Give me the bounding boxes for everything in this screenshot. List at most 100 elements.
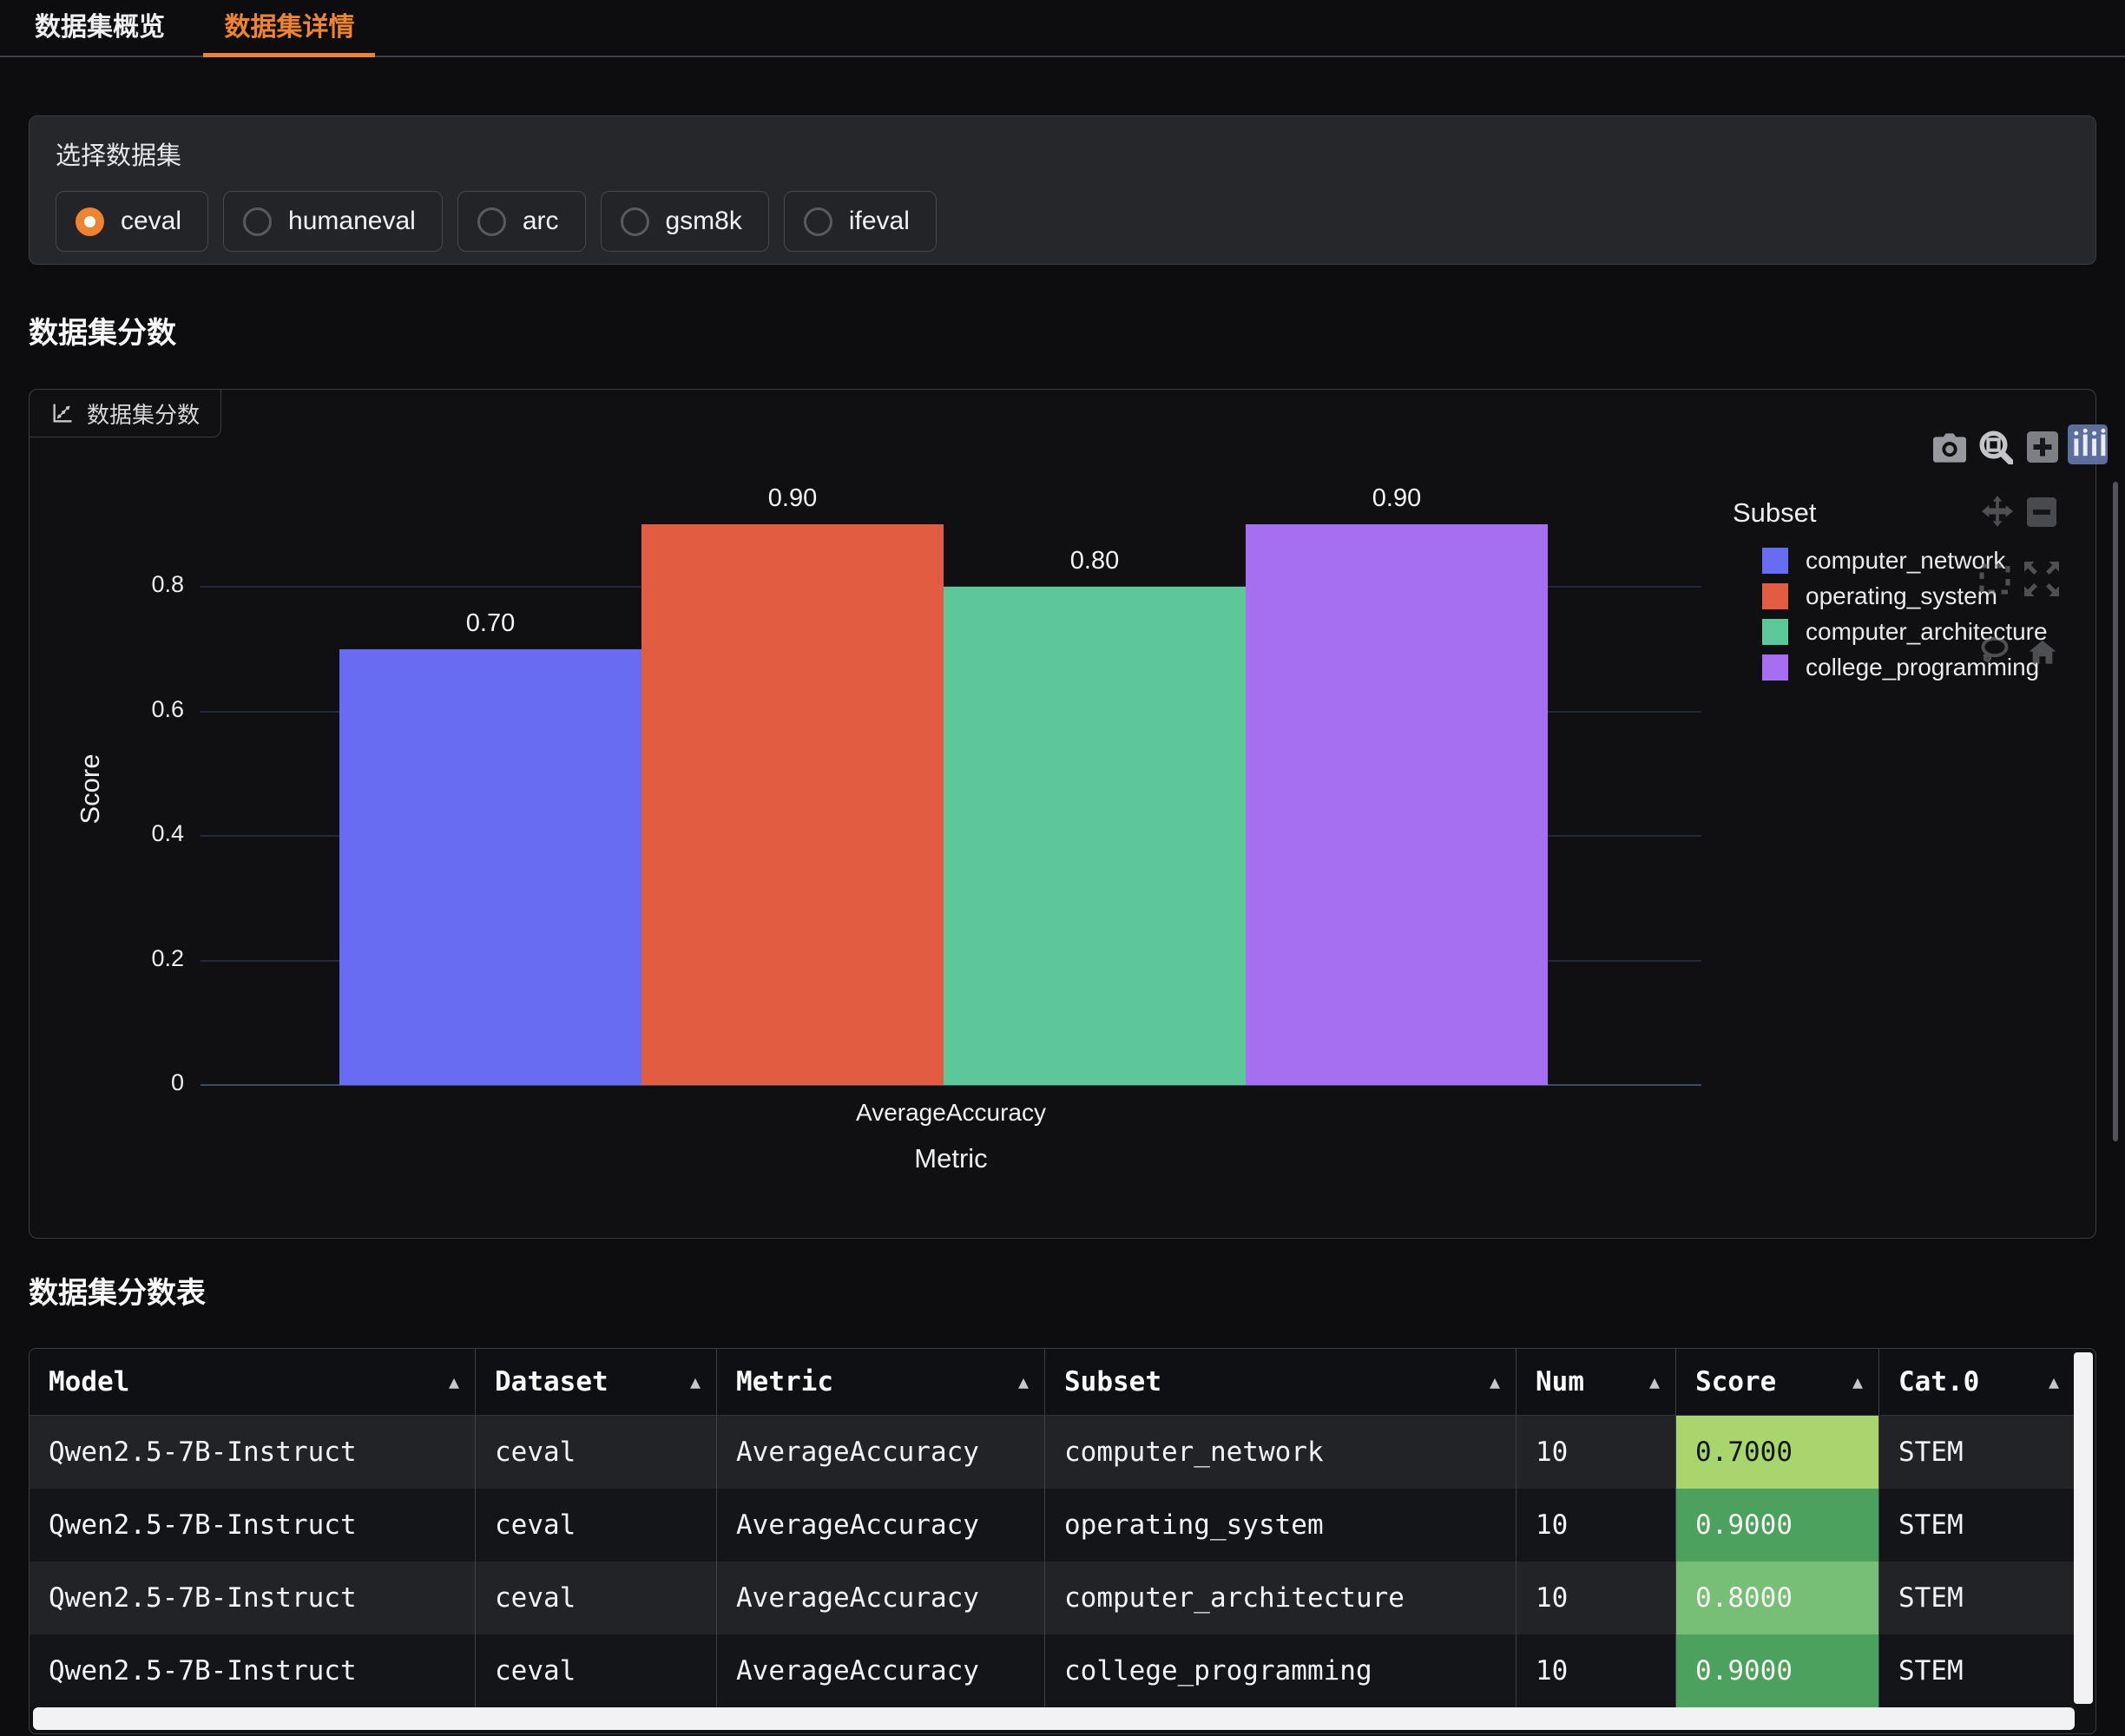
bar-value-label: 0.90 xyxy=(1246,484,1548,513)
cell-cat-0: STEM xyxy=(1878,1489,2075,1562)
dataset-option-label: ifeval xyxy=(849,207,910,236)
box-select-icon[interactable] xyxy=(1979,563,2010,595)
bar-value-label: 0.70 xyxy=(339,609,641,638)
cell-score: 0.8000 xyxy=(1675,1562,1878,1634)
table-row: Qwen2.5-7B-InstructcevalAverageAccuracyo… xyxy=(30,1489,2075,1562)
cell-score: 0.9000 xyxy=(1675,1634,1878,1707)
cell-num: 10 xyxy=(1516,1489,1675,1562)
table-row: Qwen2.5-7B-InstructcevalAverageAccuracyc… xyxy=(30,1634,2075,1707)
plotly-logo-icon[interactable] xyxy=(2068,424,2108,464)
legend-swatch xyxy=(1762,619,1788,645)
bar-value-label: 0.80 xyxy=(944,547,1246,575)
table-row: Qwen2.5-7B-InstructcevalAverageAccuracyc… xyxy=(30,1562,2075,1634)
sort-ascending-icon: ▲ xyxy=(690,1371,701,1392)
tab-dataset-detail[interactable]: 数据集详情 xyxy=(203,0,375,56)
cell-cat-0: STEM xyxy=(1878,1634,2075,1707)
legend-item-label: operating_system xyxy=(1806,582,1997,610)
cell-dataset: ceval xyxy=(475,1562,716,1634)
column-header-label: Model xyxy=(49,1366,129,1397)
legend-swatch xyxy=(1762,654,1788,681)
cell-metric: AverageAccuracy xyxy=(716,1562,1044,1634)
y-axis-tick-label: 0.6 xyxy=(54,696,184,723)
table-vertical-scrollbar[interactable] xyxy=(2074,1352,2093,1704)
y-axis-tick-label: 0.4 xyxy=(54,820,184,847)
sort-ascending-icon: ▲ xyxy=(1490,1371,1500,1392)
table-row: Qwen2.5-7B-InstructcevalAverageAccuracyc… xyxy=(30,1416,2075,1489)
tab-bar: 数据集概览 数据集详情 xyxy=(0,0,2125,57)
cell-dataset: ceval xyxy=(475,1634,716,1707)
pan-icon[interactable] xyxy=(1982,496,2013,527)
bar-college_programming xyxy=(1246,524,1548,1085)
column-header-label: Score xyxy=(1695,1366,1776,1397)
camera-icon[interactable] xyxy=(1933,431,1966,464)
dataset-option-humaneval[interactable]: humaneval xyxy=(223,191,443,252)
table-section-title: 数据集分数表 xyxy=(29,1269,206,1312)
cell-metric: AverageAccuracy xyxy=(716,1634,1044,1707)
dataset-option-ifeval[interactable]: ifeval xyxy=(784,191,937,252)
zoom-out-icon[interactable] xyxy=(2027,497,2056,527)
sort-ascending-icon: ▲ xyxy=(449,1371,459,1392)
cell-cat-0: STEM xyxy=(1878,1562,2075,1634)
legend-item-label: computer_network xyxy=(1806,547,2005,575)
column-header-score[interactable]: Score▲ xyxy=(1675,1349,1878,1415)
sort-ascending-icon: ▲ xyxy=(1649,1371,1660,1392)
zoom-in-icon[interactable] xyxy=(2027,431,2058,463)
cell-score: 0.9000 xyxy=(1675,1489,1878,1562)
column-header-dataset[interactable]: Dataset▲ xyxy=(475,1349,716,1415)
cell-cat-0: STEM xyxy=(1878,1416,2075,1489)
column-header-cat-0[interactable]: Cat.0 ▲ xyxy=(1878,1349,2075,1415)
dataset-option-label: arc xyxy=(523,207,559,236)
legend-item-label: computer_architecture xyxy=(1806,618,2048,646)
dataset-option-arc[interactable]: arc xyxy=(457,191,586,252)
legend-swatch xyxy=(1762,548,1788,574)
reset-home-icon[interactable] xyxy=(2028,638,2057,667)
sort-ascending-icon: ▲ xyxy=(2049,1371,2059,1392)
dataset-option-label: gsm8k xyxy=(666,207,742,236)
dataset-selector-panel: 选择数据集 ceval humaneval arc gsm8k ifeval xyxy=(29,115,2096,265)
cell-score: 0.7000 xyxy=(1675,1416,1878,1489)
chart-section-title: 数据集分数 xyxy=(29,309,176,352)
y-axis-tick-label: 0.8 xyxy=(54,571,184,598)
chart-panel-tab[interactable]: 数据集分数 xyxy=(29,389,221,437)
cell-metric: AverageAccuracy xyxy=(716,1416,1044,1489)
cell-dataset: ceval xyxy=(475,1416,716,1489)
dataset-option-label: ceval xyxy=(121,207,181,236)
sort-ascending-icon: ▲ xyxy=(1018,1371,1029,1392)
cell-num: 10 xyxy=(1516,1562,1675,1634)
autoscale-icon[interactable] xyxy=(2024,562,2059,596)
radio-unselected-icon xyxy=(477,207,506,236)
chart-panel: 数据集分数 Score AverageAccuracy Metric Subse… xyxy=(29,389,2096,1239)
dataset-options: ceval humaneval arc gsm8k ifeval xyxy=(56,191,937,252)
column-header-subset[interactable]: Subset▲ xyxy=(1044,1349,1516,1415)
x-axis-title: Metric xyxy=(201,1143,1701,1174)
column-header-label: Cat.0 xyxy=(1898,1366,1979,1397)
x-axis-tick-label: AverageAccuracy xyxy=(201,1099,1701,1127)
chart-panel-tab-label: 数据集分数 xyxy=(87,398,200,430)
column-header-num[interactable]: Num ▲ xyxy=(1516,1349,1675,1415)
tab-dataset-overview[interactable]: 数据集概览 xyxy=(14,0,186,56)
scatter-chart-icon xyxy=(50,401,75,425)
dataset-option-label: humaneval xyxy=(288,207,416,236)
radio-unselected-icon xyxy=(243,207,272,236)
dataset-option-gsm8k[interactable]: gsm8k xyxy=(601,191,769,252)
cell-dataset: ceval xyxy=(475,1489,716,1562)
cell-subset: computer_architecture xyxy=(1044,1562,1516,1634)
column-header-model[interactable]: Model ▲ xyxy=(30,1349,475,1415)
cell-model: Qwen2.5-7B-Instruct xyxy=(30,1416,475,1489)
cell-model: Qwen2.5-7B-Instruct xyxy=(30,1634,475,1707)
bar-operating_system xyxy=(641,524,944,1085)
lasso-icon[interactable] xyxy=(1979,635,2010,667)
bar-value-label: 0.90 xyxy=(641,484,944,513)
column-header-label: Num xyxy=(1536,1366,1584,1397)
radio-selected-icon xyxy=(76,207,104,236)
y-axis-tick-label: 0 xyxy=(54,1069,184,1096)
column-header-metric[interactable]: Metric▲ xyxy=(716,1349,1044,1415)
cell-subset: college_programming xyxy=(1044,1634,1516,1707)
cell-num: 10 xyxy=(1516,1634,1675,1707)
table-horizontal-scrollbar[interactable] xyxy=(33,1707,2075,1730)
zoom-icon[interactable] xyxy=(1978,430,2013,464)
dataset-option-ceval[interactable]: ceval xyxy=(56,191,208,252)
y-axis-title: Score xyxy=(75,754,106,825)
dataset-selector-label: 选择数据集 xyxy=(56,135,181,172)
page-scrollbar[interactable] xyxy=(2113,482,2118,1141)
